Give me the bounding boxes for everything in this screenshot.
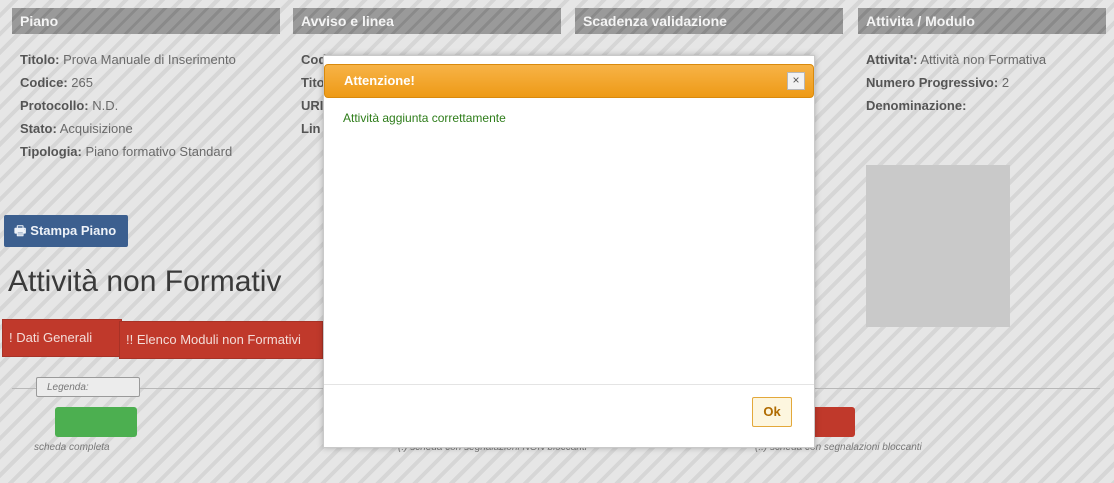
titolo-row: Titolo: Prova Manuale di Inserimento [20, 52, 236, 67]
numero-progressivo-row: Numero Progressivo: 2 [866, 75, 1010, 90]
scadenza-panel: Scadenza validazione [575, 8, 843, 34]
piano-panel: Piano Titolo: Prova Manuale di Inserimen… [12, 8, 280, 163]
dialog-header: Attenzione! × [324, 64, 814, 98]
scadenza-header: Scadenza validazione [575, 8, 843, 34]
dialog-message: Attività aggiunta correttamente [343, 111, 506, 125]
legend-swatch-complete [55, 407, 137, 437]
attivita-header: Attivita / Modulo [858, 8, 1106, 34]
page-background: Piano Titolo: Prova Manuale di Inserimen… [0, 0, 1114, 483]
attivita-row: Attivita': Attività non Formativa [866, 52, 1047, 67]
protocollo-row: Protocollo: N.D. [20, 98, 119, 113]
legend-divider-left [12, 388, 36, 389]
ok-button[interactable]: Ok [752, 397, 792, 427]
alert-dialog: Attenzione! × Attività aggiunta corretta… [323, 55, 815, 448]
dialog-footer-divider [324, 384, 814, 385]
legend-title: Legenda: [36, 377, 140, 397]
printer-icon: 🖶 [14, 223, 27, 238]
close-icon[interactable]: × [787, 72, 805, 90]
attivita-panel: Attivita / Modulo Attivita': Attività no… [858, 8, 1106, 117]
dialog-title: Attenzione! [344, 73, 415, 88]
tab-dati-generali[interactable]: ! Dati Generali [2, 319, 122, 357]
stato-row: Stato: Acquisizione [20, 121, 133, 136]
codice-row: Codice: 265 [20, 75, 93, 90]
denominazione-row: Denominazione: [866, 98, 967, 113]
tipologia-row: Tipologia: Piano formativo Standard [20, 144, 233, 159]
image-placeholder [866, 165, 1010, 327]
stampa-piano-button[interactable]: 🖶 Stampa Piano [4, 215, 129, 247]
avviso-header: Avviso e linea [293, 8, 561, 34]
tab-elenco-moduli[interactable]: !! Elenco Moduli non Formativi [119, 321, 323, 359]
legend-text-complete: scheda completa [34, 442, 110, 453]
piano-header: Piano [12, 8, 280, 34]
section-title: Attività non Formativ [8, 265, 282, 298]
